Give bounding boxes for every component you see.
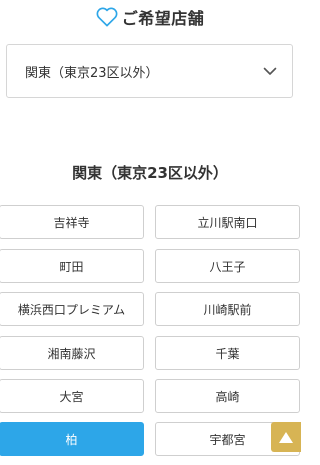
store-button-shonan-fujisawa[interactable]: 湘南藤沢 bbox=[0, 336, 144, 370]
chevron-down-icon bbox=[262, 65, 278, 77]
store-button-yokohama[interactable]: 横浜西口プレミアム bbox=[0, 292, 144, 326]
page-title: ご希望店舗 bbox=[121, 9, 205, 28]
store-button-label: 川崎駅前 bbox=[203, 302, 252, 317]
scroll-to-top-button[interactable] bbox=[271, 422, 301, 452]
store-button-kawasaki[interactable]: 川崎駅前 bbox=[155, 292, 300, 326]
store-button-machida[interactable]: 町田 bbox=[0, 249, 144, 283]
store-button-label: 立川駅南口 bbox=[197, 215, 258, 230]
store-button-label: 八王子 bbox=[209, 259, 246, 274]
store-button-label: 横浜西口プレミアム bbox=[17, 302, 126, 317]
store-button-hachioji[interactable]: 八王子 bbox=[155, 249, 300, 283]
store-button-label: 高崎 bbox=[215, 389, 240, 404]
store-button-omiya[interactable]: 大宮 bbox=[0, 379, 144, 413]
store-button-kashiwa[interactable]: 柏 bbox=[0, 422, 144, 456]
store-button-label: 柏 bbox=[65, 432, 78, 447]
store-button-tachikawa[interactable]: 立川駅南口 bbox=[155, 205, 300, 239]
region-select-value: 関東（東京23区以外） bbox=[25, 65, 159, 81]
store-button-label: 大宮 bbox=[59, 389, 84, 404]
region-select[interactable]: 関東（東京23区以外） bbox=[6, 44, 293, 98]
store-button-label: 吉祥寺 bbox=[53, 215, 90, 230]
arrow-up-icon bbox=[279, 428, 293, 447]
store-button-takasaki[interactable]: 高崎 bbox=[155, 379, 300, 413]
section-title: 関東（東京23区以外） bbox=[72, 164, 228, 182]
store-button-label: 町田 bbox=[59, 259, 84, 274]
store-button-label: 宇都宮 bbox=[209, 432, 246, 447]
store-button-label: 湘南藤沢 bbox=[47, 346, 96, 361]
store-button-chiba[interactable]: 千葉 bbox=[155, 336, 300, 370]
heart-icon bbox=[96, 7, 118, 27]
store-button-kichijoji[interactable]: 吉祥寺 bbox=[0, 205, 144, 239]
page-header: ご希望店舗 bbox=[0, 0, 300, 34]
store-button-label: 千葉 bbox=[215, 346, 240, 361]
